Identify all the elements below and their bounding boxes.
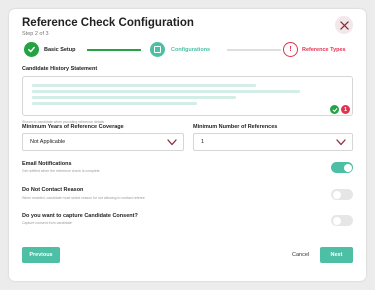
text-line xyxy=(32,96,236,99)
stepper: Basic Setup Configurations ! Reference T… xyxy=(22,42,362,62)
exclamation-icon: ! xyxy=(289,46,292,53)
square-icon xyxy=(154,46,161,53)
chevron-down-icon xyxy=(336,139,346,146)
min-refs-value: 1 xyxy=(201,139,205,145)
do-not-contact-help: When enabled, candidate must select reas… xyxy=(22,196,145,200)
min-refs-label: Minimum Number of References xyxy=(193,124,278,130)
min-years-label: Minimum Years of Reference Coverage xyxy=(22,124,124,130)
email-notifications-toggle[interactable] xyxy=(331,162,353,173)
chevron-down-icon xyxy=(167,139,177,146)
do-not-contact-label: Do Not Contact Reason xyxy=(22,187,84,193)
step-3-label[interactable]: Reference Types xyxy=(302,47,346,53)
step-2-indicator[interactable] xyxy=(150,42,165,57)
step-2-label[interactable]: Configurations xyxy=(171,47,210,53)
step-3-indicator[interactable]: ! xyxy=(283,42,298,57)
toggle-knob xyxy=(343,163,352,172)
email-notifications-label: Email Notifications xyxy=(22,161,72,167)
step-1-label[interactable]: Basic Setup xyxy=(44,47,75,53)
candidate-consent-label: Do you want to capture Candidate Consent… xyxy=(22,213,138,219)
min-refs-select[interactable]: 1 xyxy=(193,133,353,151)
next-button[interactable]: Next xyxy=(320,247,353,263)
step-connector-2 xyxy=(227,49,281,51)
candidate-consent-help: Capture consent from candidate xyxy=(22,221,72,225)
candidate-history-label: Candidate History Statement xyxy=(22,66,98,72)
check-icon xyxy=(332,107,337,112)
close-icon xyxy=(339,20,349,30)
text-line xyxy=(32,102,197,105)
text-line xyxy=(32,90,300,93)
step-1-indicator[interactable] xyxy=(24,42,39,57)
dialog-subtitle: Step 2 of 3 xyxy=(22,31,49,37)
step-connector-1 xyxy=(87,49,141,51)
check-icon xyxy=(28,46,35,53)
toggle-knob xyxy=(332,216,341,225)
do-not-contact-toggle[interactable] xyxy=(331,189,353,200)
text-line xyxy=(32,84,256,87)
issue-count-badge[interactable]: 1 xyxy=(341,105,350,114)
email-notifications-help: Get notified when the reference check is… xyxy=(22,169,100,173)
cancel-button[interactable]: Cancel xyxy=(292,252,309,258)
close-button[interactable] xyxy=(335,16,353,34)
dialog-title: Reference Check Configuration xyxy=(22,17,194,29)
reference-check-dialog: Reference Check Configuration Step 2 of … xyxy=(9,9,366,281)
grammar-check-icon[interactable] xyxy=(330,105,339,114)
min-years-value: Not Applicable xyxy=(30,139,66,145)
min-years-select[interactable]: Not Applicable xyxy=(22,133,184,151)
previous-button[interactable]: Previous xyxy=(22,247,60,263)
candidate-history-textarea[interactable]: 1 xyxy=(22,76,353,116)
toggle-knob xyxy=(332,190,341,199)
candidate-consent-toggle[interactable] xyxy=(331,215,353,226)
